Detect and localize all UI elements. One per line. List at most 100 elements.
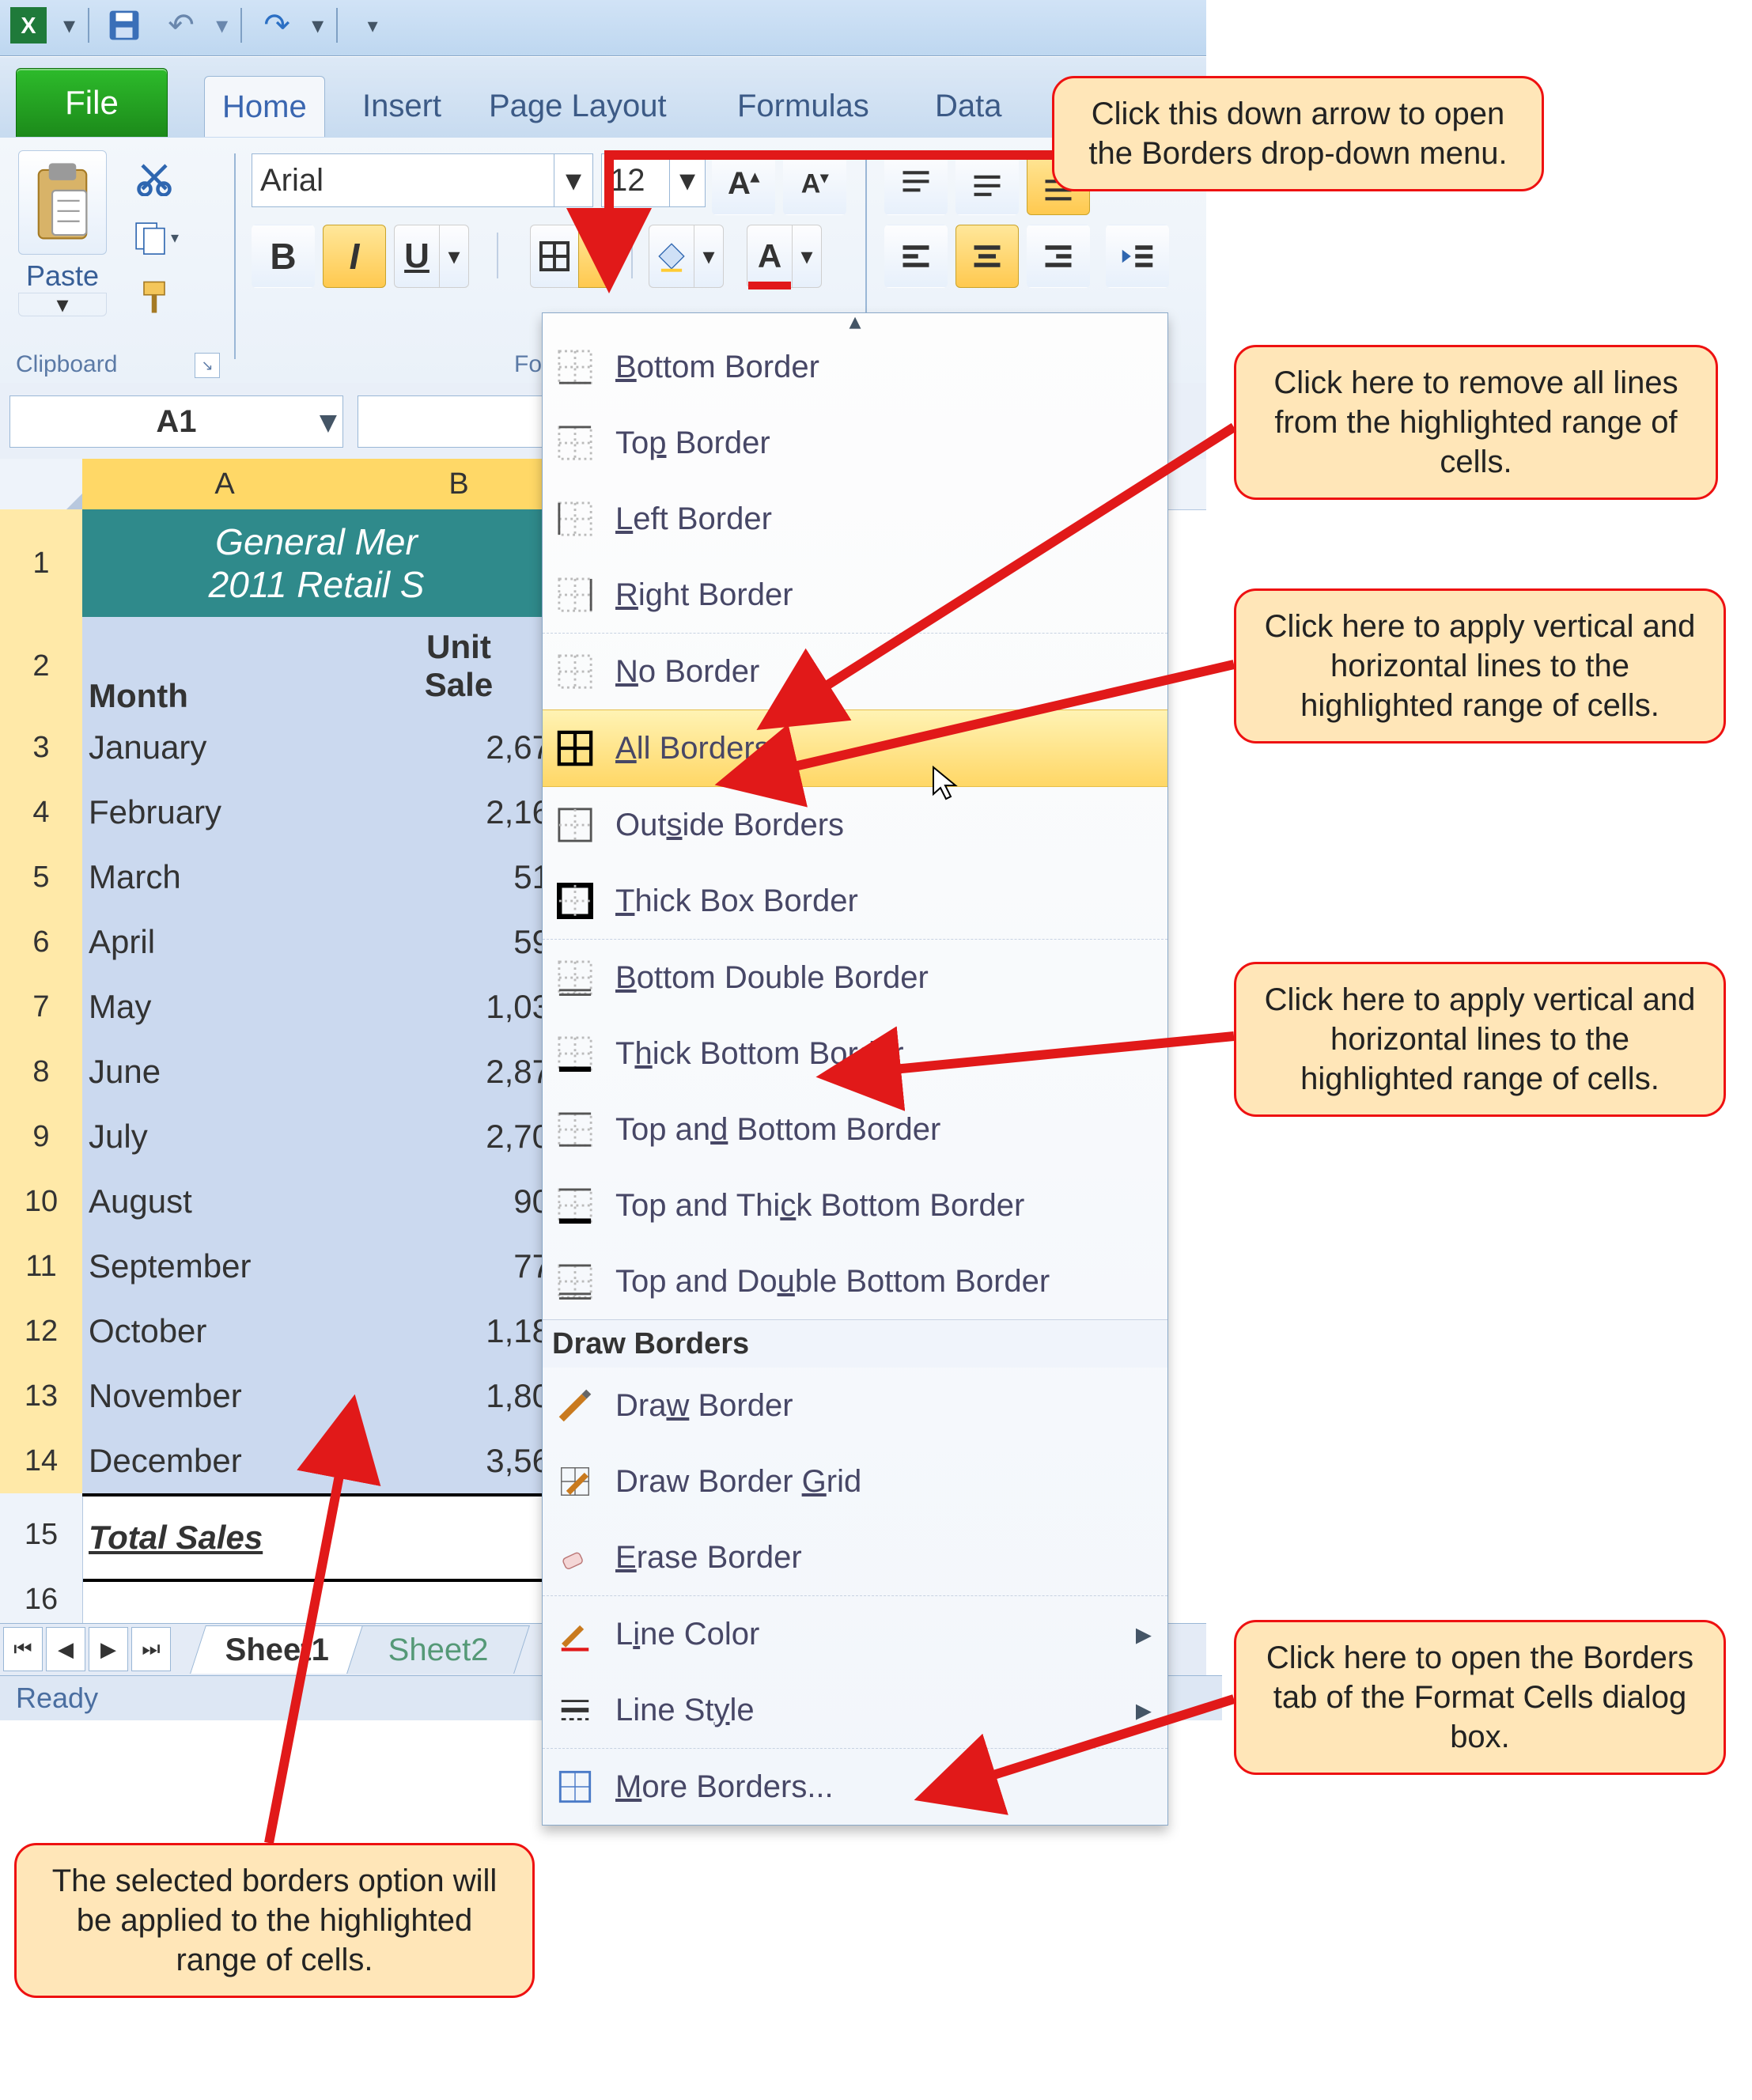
- copy-button[interactable]: ▾: [127, 214, 182, 261]
- shrink-font-button[interactable]: A▾: [783, 152, 846, 215]
- borders-dropdown-arrow[interactable]: ▾: [578, 225, 611, 288]
- menu-item-outside[interactable]: Outside Borders: [543, 787, 1167, 863]
- cell-b5[interactable]: 51: [367, 845, 557, 910]
- menu-item-bottom2[interactable]: Bottom Double Border: [543, 939, 1167, 1016]
- save-button[interactable]: [102, 3, 146, 47]
- align-top-button[interactable]: [884, 152, 948, 215]
- sheet-nav-prev[interactable]: ◀: [46, 1627, 85, 1671]
- align-right-button[interactable]: [1027, 225, 1090, 288]
- column-header-a[interactable]: A: [82, 459, 368, 509]
- row-header-9[interactable]: 9: [0, 1104, 83, 1170]
- menu-item-thickbox[interactable]: Thick Box Border: [543, 863, 1167, 939]
- cell-a7[interactable]: May: [82, 974, 373, 1040]
- column-header-b[interactable]: B: [367, 459, 551, 509]
- cell-b3[interactable]: 2,67: [367, 715, 557, 781]
- title-cell[interactable]: General Mer 2011 Retail S: [82, 509, 551, 618]
- tab-home[interactable]: Home: [204, 76, 325, 137]
- cut-button[interactable]: [127, 153, 182, 201]
- clipboard-dialog-launcher[interactable]: ↘: [195, 353, 220, 378]
- borders-apply-icon[interactable]: [530, 225, 578, 288]
- cell-a11[interactable]: September: [82, 1234, 373, 1300]
- row-header-15[interactable]: 15: [0, 1493, 83, 1576]
- font-color-button[interactable]: A ▾: [747, 225, 822, 288]
- row-header-12[interactable]: 12: [0, 1299, 83, 1364]
- cell-b15[interactable]: [367, 1493, 557, 1582]
- menu-item-right[interactable]: Right Border: [543, 557, 1167, 633]
- fill-color-button[interactable]: ▾: [649, 225, 724, 288]
- cell-b9[interactable]: 2,70: [367, 1104, 557, 1170]
- sheet-nav-next[interactable]: ▶: [89, 1627, 128, 1671]
- font-size-combo[interactable]: 12 ▾: [601, 153, 706, 207]
- cell-a10[interactable]: August: [82, 1169, 373, 1235]
- bold-button[interactable]: B: [252, 225, 315, 288]
- row-header-4[interactable]: 4: [0, 780, 83, 846]
- sheet-tab-2[interactable]: Sheet2: [346, 1625, 530, 1674]
- tab-file[interactable]: File: [16, 68, 168, 137]
- menu-item-none[interactable]: No Border: [543, 633, 1167, 709]
- menu-item-topthickbottom[interactable]: Top and Thick Bottom Border: [543, 1167, 1167, 1243]
- tab-data[interactable]: Data: [918, 76, 1020, 136]
- row-header-3[interactable]: 3: [0, 715, 83, 781]
- menu-item-top[interactable]: Top Border: [543, 405, 1167, 481]
- cell-a6[interactable]: April: [82, 910, 373, 975]
- row-header-10[interactable]: 10: [0, 1169, 83, 1235]
- cell-a14[interactable]: December: [82, 1428, 373, 1494]
- cell-a2[interactable]: Month: [82, 617, 373, 716]
- cell-b11[interactable]: 77: [367, 1234, 557, 1300]
- cell-b8[interactable]: 2,87: [367, 1039, 557, 1105]
- sheet-nav-last[interactable]: ⏭: [131, 1627, 171, 1671]
- name-box[interactable]: A1 ▾: [9, 395, 343, 448]
- select-all-triangle[interactable]: [0, 459, 89, 516]
- format-painter-button[interactable]: [127, 274, 182, 321]
- menu-item-topbottom[interactable]: Top and Bottom Border: [543, 1092, 1167, 1167]
- row-header-6[interactable]: 6: [0, 910, 83, 975]
- row-header-16[interactable]: 16: [0, 1576, 83, 1624]
- borders-button[interactable]: ▾: [530, 225, 611, 288]
- menu-item-all[interactable]: All Borders: [543, 709, 1167, 787]
- underline-button[interactable]: U ▾: [394, 225, 469, 288]
- cell-b6[interactable]: 59: [367, 910, 557, 975]
- cell-b4[interactable]: 2,16: [367, 780, 557, 846]
- undo-button[interactable]: ↶: [159, 3, 203, 47]
- cell-b2[interactable]: Unit Sale: [367, 617, 557, 716]
- redo-button[interactable]: ↷: [255, 3, 299, 47]
- menu-item-linestyle[interactable]: Line Style▸: [543, 1672, 1167, 1748]
- row-header-1[interactable]: 1: [0, 509, 83, 618]
- align-middle-button[interactable]: [955, 152, 1019, 215]
- cell-a13[interactable]: November: [82, 1364, 373, 1429]
- font-name-dropdown[interactable]: ▾: [554, 154, 592, 206]
- cell-b12[interactable]: 1,18: [367, 1299, 557, 1364]
- menu-item-thickbottom[interactable]: Thick Bottom Border: [543, 1016, 1167, 1092]
- menu-item-bottom[interactable]: Bottom Border: [543, 329, 1167, 405]
- font-name-combo[interactable]: Arial ▾: [252, 153, 593, 207]
- align-center-button[interactable]: [955, 225, 1019, 288]
- font-size-dropdown[interactable]: ▾: [669, 154, 705, 206]
- formula-input[interactable]: [358, 395, 549, 448]
- tab-formulas[interactable]: Formulas: [720, 76, 887, 136]
- menu-item-drawgrid[interactable]: Draw Border Grid: [543, 1444, 1167, 1519]
- menu-item-drawborder[interactable]: Draw Border: [543, 1368, 1167, 1444]
- tab-insert[interactable]: Insert: [345, 76, 459, 136]
- align-left-button[interactable]: [884, 225, 948, 288]
- cell-a9[interactable]: July: [82, 1104, 373, 1170]
- italic-button[interactable]: I: [323, 225, 386, 288]
- cell-b16[interactable]: [367, 1576, 557, 1624]
- cell-a16[interactable]: [82, 1576, 373, 1624]
- row-header-2[interactable]: 2: [0, 617, 83, 716]
- row-header-5[interactable]: 5: [0, 845, 83, 910]
- sheet-tab-1[interactable]: Sheet1: [190, 1625, 365, 1674]
- cell-b14[interactable]: 3,56: [367, 1428, 557, 1494]
- row-header-8[interactable]: 8: [0, 1039, 83, 1105]
- decrease-indent-button[interactable]: [1106, 225, 1169, 288]
- cell-b10[interactable]: 90: [367, 1169, 557, 1235]
- menu-item-more[interactable]: More Borders...: [543, 1748, 1167, 1825]
- sheet-nav-first[interactable]: ⏮: [3, 1627, 43, 1671]
- menu-scroll-up[interactable]: ▴: [543, 313, 1167, 329]
- menu-item-topdoublebottom[interactable]: Top and Double Bottom Border: [543, 1243, 1167, 1319]
- row-header-13[interactable]: 13: [0, 1364, 83, 1429]
- cell-a12[interactable]: October: [82, 1299, 373, 1364]
- cell-b13[interactable]: 1,80: [367, 1364, 557, 1429]
- menu-item-erase[interactable]: Erase Border: [543, 1519, 1167, 1595]
- cell-a3[interactable]: January: [82, 715, 373, 781]
- customize-qat-button[interactable]: ▾: [350, 3, 395, 47]
